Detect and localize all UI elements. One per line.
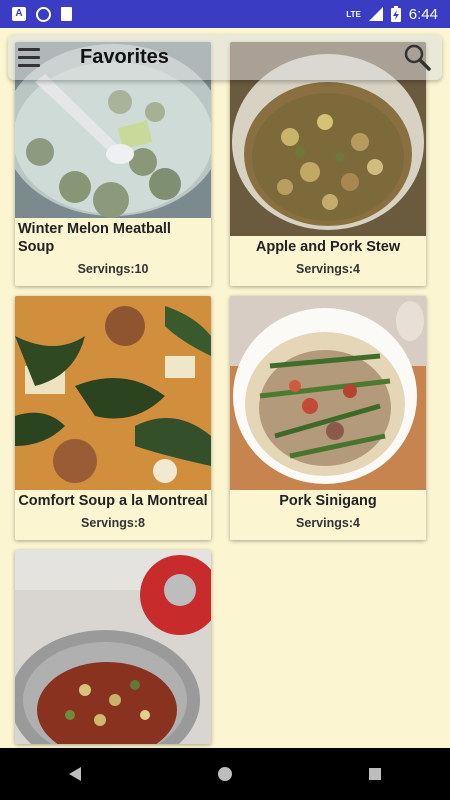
recipe-servings: Servings:10 <box>77 262 149 276</box>
app-bar: Favorites <box>8 34 442 80</box>
recipe-title: Winter Melon Meatball Soup <box>18 221 171 255</box>
status-bar: A LTE 6:44 <box>0 0 450 28</box>
recipe-title: Apple and Pork Stew <box>255 239 401 255</box>
recipe-card[interactable]: Pork Sinigang Servings:4 <box>230 296 426 540</box>
recipe-servings: Servings:4 <box>296 262 360 276</box>
home-circle-icon[interactable] <box>205 754 245 794</box>
back-triangle-icon[interactable] <box>55 754 95 794</box>
recipe-servings: Servings:4 <box>296 516 360 530</box>
app-a-icon: A <box>12 7 26 21</box>
recipe-title: Pork Sinigang <box>279 493 377 509</box>
sync-circle-icon <box>36 6 51 22</box>
recipe-photo <box>230 296 426 490</box>
sd-card-icon <box>61 7 72 21</box>
system-nav-bar <box>0 748 450 800</box>
recents-square-icon[interactable] <box>355 754 395 794</box>
hamburger-menu-icon[interactable] <box>18 44 44 70</box>
page-title: Favorites <box>80 45 169 68</box>
recipe-card[interactable]: Comfort Soup a la Montreal Servings:8 <box>15 296 211 540</box>
status-left-icons: A <box>12 6 72 22</box>
clock: 6:44 <box>408 5 438 23</box>
recipe-card[interactable] <box>15 550 211 744</box>
recipe-title: Comfort Soup a la Montreal <box>18 493 208 509</box>
recipe-servings: Servings:8 <box>81 516 145 530</box>
network-type: LTE <box>346 9 361 19</box>
status-right-icons: LTE 6:44 <box>346 6 438 23</box>
signal-icon <box>368 7 383 21</box>
search-icon[interactable] <box>402 42 432 72</box>
battery-charging-icon <box>390 6 401 22</box>
recipe-photo <box>15 296 211 490</box>
recipe-photo <box>15 550 211 744</box>
